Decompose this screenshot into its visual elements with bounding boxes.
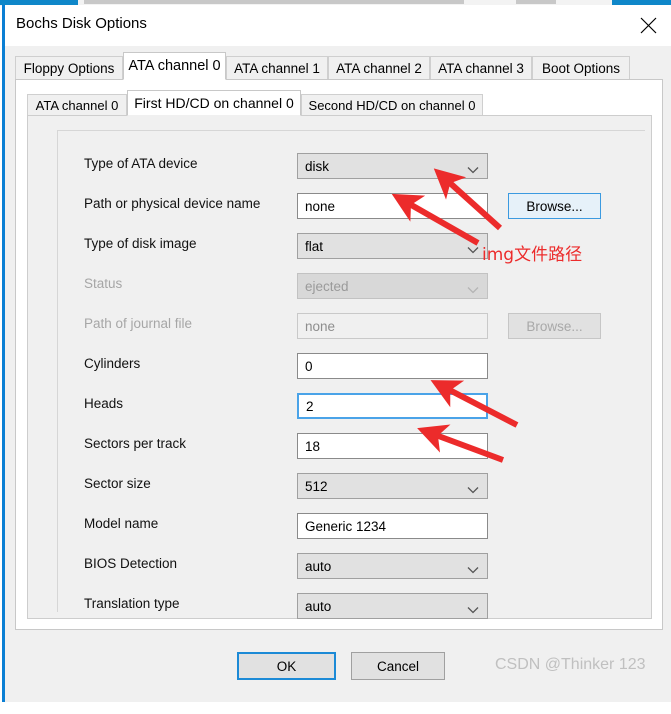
subtab-label: First HD/CD on channel 0 [134, 95, 294, 111]
close-icon [640, 17, 657, 34]
tab-label: ATA channel 1 [234, 61, 320, 76]
ok-label: OK [276, 658, 297, 674]
tab-ata-channel-0[interactable]: ATA channel 0 [123, 52, 226, 80]
combo-value: ejected [305, 278, 349, 294]
tab-label: ATA channel 2 [336, 61, 422, 76]
browse-label: Browse... [526, 198, 583, 214]
input-path-or-physical-device-name[interactable]: none [297, 193, 488, 219]
form-row-path-of-journal-file: Path of journal file none Browse... [58, 313, 645, 339]
chevron-down-icon [467, 282, 479, 297]
title-bar: Bochs Disk Options [5, 5, 671, 46]
input-value: none [305, 198, 336, 214]
combo-translation-type[interactable]: auto [297, 593, 488, 619]
tab-ata-channel-2[interactable]: ATA channel 2 [328, 56, 430, 80]
label-path-of-journal-file: Path of journal file [84, 316, 193, 331]
subtab-ata-channel-0[interactable]: ATA channel 0 [27, 94, 127, 116]
label-model-name: Model name [84, 516, 159, 531]
label-cylinders: Cylinders [84, 356, 141, 371]
form-row-cylinders: Cylinders 0 [58, 353, 645, 379]
input-sectors-per-track[interactable]: 18 [297, 433, 488, 459]
subtab-first-hd-cd-channel-0[interactable]: First HD/CD on channel 0 [127, 90, 301, 116]
combo-bios-detection[interactable]: auto [297, 553, 488, 579]
background-chip [516, 0, 556, 4]
ok-button[interactable]: OK [237, 652, 336, 680]
chevron-down-icon [467, 162, 479, 177]
label-heads: Heads [84, 396, 124, 411]
combo-value: auto [305, 558, 332, 574]
form-row-path-or-physical-device-name: Path or physical device name none Browse… [58, 193, 645, 219]
input-value: none [305, 318, 336, 334]
tab-label: ATA channel 0 [128, 58, 221, 74]
tab-boot-options[interactable]: Boot Options [532, 56, 630, 80]
input-model-name[interactable]: Generic 1234 [297, 513, 488, 539]
label-sector-size: Sector size [84, 476, 151, 491]
label-sectors-per-track: Sectors per track [84, 436, 187, 451]
inner-tab-strip: ATA channel 0 First HD/CD on channel 0 S… [27, 90, 652, 116]
disk-options-form: Type of ATA device disk Path or physical… [57, 130, 645, 619]
label-type-of-disk-image: Type of disk image [84, 236, 197, 251]
input-value: 2 [306, 398, 314, 414]
chevron-down-icon [467, 482, 479, 497]
dialog-button-bar: OK Cancel CSDN @Thinker 123 [5, 632, 671, 702]
combo-type-of-disk-image[interactable]: flat [297, 233, 488, 259]
tab-label: Floppy Options [23, 61, 115, 76]
label-status: Status [84, 276, 123, 291]
input-value: Generic 1234 [305, 518, 387, 534]
combo-type-of-ata-device[interactable]: disk [297, 153, 488, 179]
tab-label: Boot Options [541, 61, 621, 76]
subtab-label: ATA channel 0 [35, 98, 119, 113]
background-chip [84, 0, 464, 4]
tab-label: ATA channel 3 [438, 61, 524, 76]
window-title: Bochs Disk Options [16, 15, 147, 32]
browse-label: Browse... [526, 318, 583, 334]
combo-sector-size[interactable]: 512 [297, 473, 488, 499]
label-translation-type: Translation type [84, 596, 180, 611]
form-row-status: Status ejected [58, 273, 645, 299]
browse-device-button[interactable]: Browse... [508, 193, 601, 219]
input-heads[interactable]: 2 [297, 393, 488, 419]
input-cylinders[interactable]: 0 [297, 353, 488, 379]
input-path-of-journal-file: none [297, 313, 488, 339]
first-hd-cd-page: Type of ATA device disk Path or physical… [27, 115, 652, 619]
combo-status: ejected [297, 273, 488, 299]
input-value: 0 [305, 358, 313, 374]
cancel-label: Cancel [376, 658, 420, 674]
chevron-down-icon [467, 562, 479, 577]
form-row-model-name: Model name Generic 1234 [58, 513, 645, 539]
bochs-disk-options-dialog: Bochs Disk Options Floppy Options ATA ch… [2, 5, 671, 702]
chevron-down-icon [467, 242, 479, 257]
ata-channel-0-page: ATA channel 0 First HD/CD on channel 0 S… [15, 79, 663, 630]
subtab-label: Second HD/CD on channel 0 [308, 98, 476, 113]
chevron-down-icon [467, 602, 479, 617]
form-row-type-of-ata-device: Type of ATA device disk [58, 153, 645, 179]
form-row-sectors-per-track: Sectors per track 18 [58, 433, 645, 459]
form-row-sector-size: Sector size 512 [58, 473, 645, 499]
combo-value: disk [305, 158, 330, 174]
form-row-bios-detection: BIOS Detection auto [58, 553, 645, 579]
watermark-text: CSDN @Thinker 123 [495, 656, 646, 673]
combo-value: flat [305, 238, 324, 254]
label-type-of-ata-device: Type of ATA device [84, 156, 198, 171]
form-row-heads: Heads 2 [58, 393, 645, 419]
outer-tab-strip: Floppy Options ATA channel 0 ATA channel… [15, 52, 663, 80]
label-bios-detection: BIOS Detection [84, 556, 178, 571]
close-button[interactable] [625, 5, 671, 46]
input-value: 18 [305, 438, 321, 454]
label-path-or-physical-device-name: Path or physical device name [84, 196, 261, 211]
form-row-translation-type: Translation type auto [58, 593, 645, 619]
combo-value: 512 [305, 478, 328, 494]
subtab-second-hd-cd-channel-0[interactable]: Second HD/CD on channel 0 [301, 94, 483, 116]
combo-value: auto [305, 598, 332, 614]
browse-journal-button: Browse... [508, 313, 601, 339]
tab-floppy-options[interactable]: Floppy Options [15, 56, 123, 80]
tab-ata-channel-3[interactable]: ATA channel 3 [430, 56, 532, 80]
form-row-type-of-disk-image: Type of disk image flat [58, 233, 645, 259]
tab-ata-channel-1[interactable]: ATA channel 1 [226, 56, 328, 80]
cancel-button[interactable]: Cancel [351, 652, 445, 680]
